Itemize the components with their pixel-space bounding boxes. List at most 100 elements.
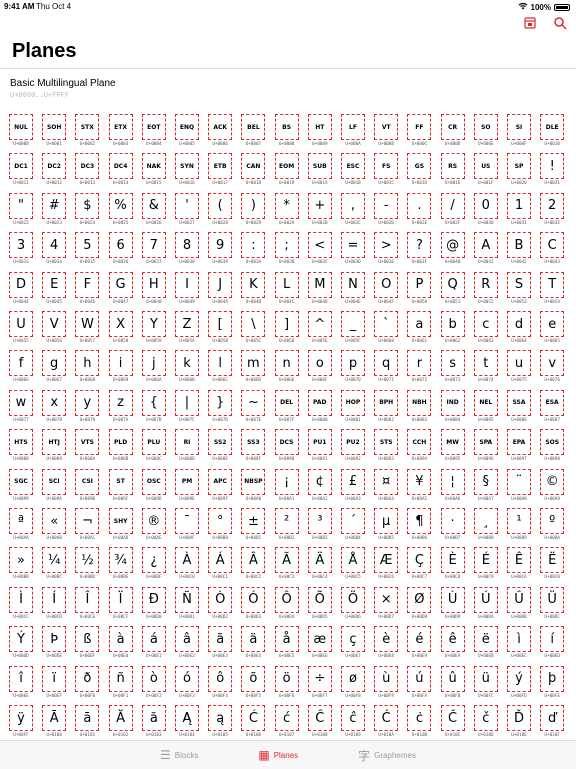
tab-planes[interactable]: ▦ Planes — [258, 748, 298, 762]
glyph-cell[interactable]: ; U+003B — [274, 232, 306, 271]
glyph-cell[interactable]: & U+0026 — [141, 192, 173, 232]
glyph-cell[interactable]: 0 U+0030 — [473, 192, 505, 232]
glyph-cell[interactable]: º U+00BA — [539, 508, 568, 547]
glyph-cell[interactable]: ú U+00FA — [406, 665, 438, 705]
glyph-cell[interactable]: e U+0065 — [539, 311, 568, 350]
glyph-cell[interactable]: ¤ U+00A4 — [373, 468, 405, 508]
glyph-cell[interactable]: PLD U+008B — [108, 429, 140, 468]
glyph-cell[interactable]: BPH U+0082 — [373, 389, 405, 429]
glyph-cell[interactable]: ¢ U+00A2 — [307, 468, 339, 508]
glyph-cell[interactable]: STX U+0002 — [74, 114, 106, 153]
glyph-cell[interactable]: CR U+000D — [440, 114, 472, 153]
glyph-cell[interactable]: ENQ U+0005 — [174, 114, 206, 153]
glyph-cell[interactable]: ´ U+00B4 — [340, 508, 372, 547]
glyph-cell[interactable]: $ U+0024 — [74, 192, 106, 232]
glyph-cell[interactable]: × U+00D7 — [373, 586, 405, 626]
glyph-cell[interactable]: G U+0047 — [108, 271, 140, 311]
glyph-cell[interactable]: q U+0071 — [373, 350, 405, 389]
glyph-cell[interactable]: MW U+0095 — [440, 429, 472, 468]
glyph-cell[interactable]: ë U+00EB — [473, 626, 505, 665]
glyph-cell[interactable]: SUB U+001A — [307, 153, 339, 192]
glyph-cell[interactable]: @ U+0040 — [440, 232, 472, 271]
glyph-cell[interactable]: ? U+003F — [406, 232, 438, 271]
glyph-cell[interactable]: US U+001F — [473, 153, 505, 192]
glyph-cell[interactable]: ô U+00F4 — [207, 665, 239, 705]
glyph-cell[interactable]: NEL U+0085 — [473, 389, 505, 429]
glyph-cell[interactable]: É U+00C9 — [473, 547, 505, 586]
glyph-cell[interactable]: è U+00E8 — [373, 626, 405, 665]
glyph-cell[interactable]: SS3 U+008F — [240, 429, 272, 468]
glyph-cell[interactable]: ö U+00F6 — [274, 665, 306, 705]
glyph-cell[interactable]: ¸ U+00B8 — [473, 508, 505, 547]
tab-blocks[interactable]: ☰ Blocks — [160, 748, 198, 762]
glyph-cell[interactable]: SS2 U+008E — [207, 429, 239, 468]
glyph-cell[interactable]: ¨ U+00A8 — [506, 468, 538, 508]
glyph-cell[interactable]: a U+0061 — [406, 311, 438, 350]
glyph-cell[interactable]: SOS U+0098 — [539, 429, 568, 468]
glyph-cell[interactable]: DC2 U+0012 — [41, 153, 73, 192]
glyph-cell[interactable]: o U+006F — [307, 350, 339, 389]
glyph-cell[interactable]: STS U+0093 — [373, 429, 405, 468]
glyph-cell[interactable]: ĉ U+0109 — [340, 705, 372, 736]
glyph-cell[interactable]: Ë U+00CB — [539, 547, 568, 586]
glyph-cell[interactable]: Ì U+00CC — [8, 586, 40, 626]
glyph-cell[interactable]: DCS U+0090 — [274, 429, 306, 468]
glyph-cell[interactable]: Í U+00CD — [41, 586, 73, 626]
glyph-cell[interactable]: Ý U+00DD — [8, 626, 40, 665]
glyph-cell[interactable]: ETB U+0017 — [207, 153, 239, 192]
glyph-cell[interactable]: ¹ U+00B9 — [506, 508, 538, 547]
glyph-cell[interactable]: DLE U+0010 — [539, 114, 568, 153]
glyph-cell[interactable]: ® U+00AE — [141, 508, 173, 547]
glyph-cell[interactable]: Ċ U+010A — [373, 705, 405, 736]
glyph-cell[interactable]: Ð U+00D0 — [141, 586, 173, 626]
glyph-cell[interactable]: - U+002D — [373, 192, 405, 232]
glyph-cell[interactable]: ¾ U+00BE — [108, 547, 140, 586]
glyph-cell[interactable]: v U+0076 — [539, 350, 568, 389]
glyph-cell[interactable]: SP U+0020 — [506, 153, 538, 192]
glyph-cell[interactable]: 6 U+0036 — [108, 232, 140, 271]
glyph-cell[interactable]: c U+0063 — [473, 311, 505, 350]
glyph-cell[interactable]: L U+004C — [274, 271, 306, 311]
glyph-cell[interactable]: ć U+0107 — [274, 705, 306, 736]
glyph-cell[interactable]: NAK U+0015 — [141, 153, 173, 192]
glyph-cell[interactable]: SO U+000E — [473, 114, 505, 153]
glyph-cell[interactable]: F U+0046 — [74, 271, 106, 311]
glyph-cell[interactable]: T U+0054 — [539, 271, 568, 311]
glyph-cell[interactable]: r U+0072 — [406, 350, 438, 389]
glyph-cell[interactable]: BS U+0008 — [274, 114, 306, 153]
glyph-cell[interactable]: ä U+00E4 — [240, 626, 272, 665]
glyph-cell[interactable]: å U+00E5 — [274, 626, 306, 665]
glyph-cell[interactable]: Å U+00C5 — [340, 547, 372, 586]
glyph-cell[interactable]: ACK U+0006 — [207, 114, 239, 153]
glyph-cell[interactable]: > U+003E — [373, 232, 405, 271]
glyph-cell[interactable]: CCH U+0094 — [406, 429, 438, 468]
glyph-cell[interactable]: § U+00A7 — [473, 468, 505, 508]
glyph-cell[interactable]: 2 U+0032 — [539, 192, 568, 232]
glyph-cell[interactable]: 9 U+0039 — [207, 232, 239, 271]
glyph-cell[interactable]: ì U+00EC — [506, 626, 538, 665]
glyph-cell[interactable]: SSA U+0086 — [506, 389, 538, 429]
glyph-cell[interactable]: ) U+0029 — [240, 192, 272, 232]
glyph-cell[interactable]: VTS U+008A — [74, 429, 106, 468]
glyph-cell[interactable]: j U+006A — [141, 350, 173, 389]
glyph-cell[interactable]: s U+0073 — [440, 350, 472, 389]
glyph-cell[interactable]: 4 U+0034 — [41, 232, 73, 271]
glyph-cell[interactable]: Ć U+0106 — [240, 705, 272, 736]
glyph-cell[interactable]: OSC U+009D — [141, 468, 173, 508]
glyph-cell[interactable]: M U+004D — [307, 271, 339, 311]
glyph-cell[interactable]: 1 U+0031 — [506, 192, 538, 232]
glyph-cell[interactable]: Ê U+00CA — [506, 547, 538, 586]
glyph-cell[interactable]: ø U+00F8 — [340, 665, 372, 705]
glyph-cell[interactable]: GS U+001D — [406, 153, 438, 192]
glyph-cell[interactable]: í U+00ED — [539, 626, 568, 665]
glyph-cell[interactable]: } U+007D — [207, 389, 239, 429]
glyph-cell[interactable]: ÷ U+00F7 — [307, 665, 339, 705]
glyph-cell[interactable]: < U+003C — [307, 232, 339, 271]
glyph-cell[interactable]: | U+007C — [174, 389, 206, 429]
glyph-cell[interactable]: ò U+00F2 — [141, 665, 173, 705]
glyph-cell[interactable]: ã U+00E3 — [207, 626, 239, 665]
glyph-cell[interactable]: ³ U+00B3 — [307, 508, 339, 547]
glyph-cell[interactable]: PAD U+0080 — [307, 389, 339, 429]
glyph-cell[interactable]: ¯ U+00AF — [174, 508, 206, 547]
glyph-cell[interactable]: " U+0022 — [8, 192, 40, 232]
